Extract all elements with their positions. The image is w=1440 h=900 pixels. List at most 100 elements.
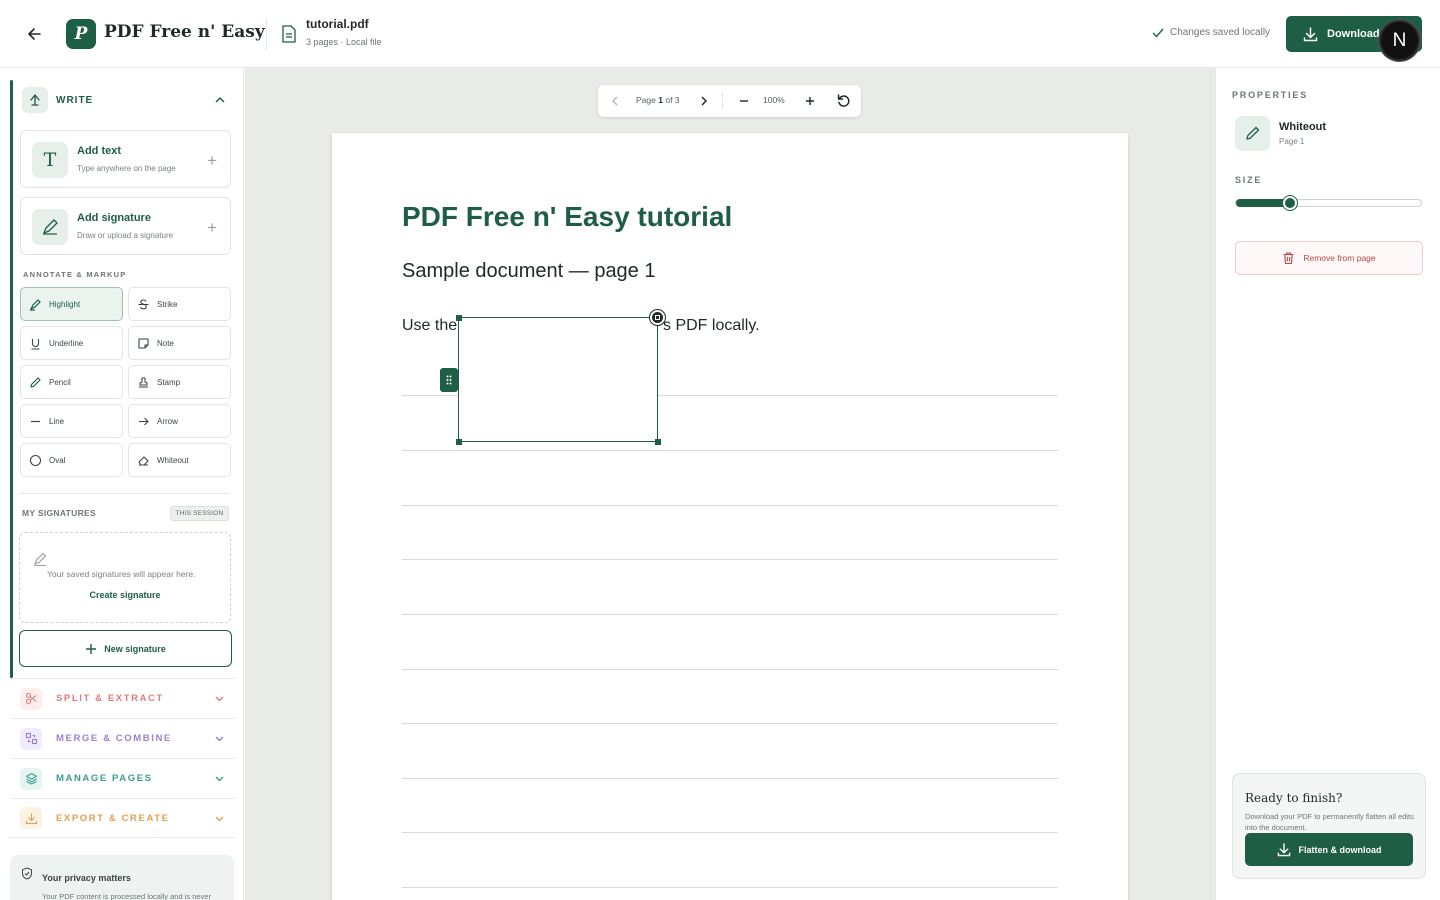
save-status-text: Changes saved locally (1170, 27, 1271, 38)
remove-from-page-button[interactable]: Remove from page (1235, 241, 1423, 275)
tool-strike-label: Strike (157, 299, 178, 309)
tool-oval[interactable]: Oval (20, 443, 123, 477)
pencil-icon (30, 376, 41, 388)
tool-stamp[interactable]: Stamp (128, 365, 231, 399)
tool-line-label: Line (49, 416, 65, 426)
header-divider (266, 18, 267, 50)
tool-line[interactable]: Line (20, 404, 123, 438)
doc-subtitle: Sample document — page 1 (402, 260, 656, 282)
resize-handle-top-left[interactable] (456, 315, 462, 321)
add-signature-card[interactable]: Add signature Draw or upload a signature… (20, 197, 231, 255)
privacy-title: Your privacy matters (42, 873, 131, 883)
page-rule (402, 559, 1058, 560)
rotate-icon[interactable] (836, 93, 852, 109)
new-signature-button[interactable]: New signature (19, 630, 232, 667)
page-rule (402, 778, 1058, 779)
check-icon (1152, 28, 1164, 38)
section-export-title: EXPORT & CREATE (56, 812, 170, 824)
page-indicator: Page 1 of 3 (636, 95, 680, 105)
merge-icon (20, 727, 42, 750)
text-icon: T (32, 142, 68, 178)
chevron-up-icon (215, 96, 225, 103)
chevron-left-icon[interactable] (608, 94, 622, 108)
section-split-extract[interactable]: SPLIT & EXTRACT (10, 678, 235, 718)
active-section-indicator (10, 80, 13, 678)
section-manage-pages[interactable]: MANAGE PAGES (10, 758, 235, 798)
add-text-subtitle: Type anywhere on the page (77, 164, 176, 173)
save-status: Changes saved locally (1152, 27, 1270, 38)
doc-title: PDF Free n' Easy tutorial (402, 201, 733, 232)
section-write-header[interactable]: WRITE (22, 86, 234, 114)
flatten-download-label: Flatten & download (1298, 844, 1382, 855)
tool-arrow-label: Arrow (157, 416, 178, 426)
stamp-icon (139, 376, 148, 388)
grip-icon (446, 375, 452, 385)
shield-icon (22, 867, 32, 880)
pen-tool-icon (22, 87, 48, 113)
tool-pencil[interactable]: Pencil (20, 365, 123, 399)
new-signature-label: New signature (104, 643, 166, 654)
tool-highlight-label: Highlight (49, 299, 81, 309)
chevron-down-icon (215, 736, 224, 742)
sidebar-content: WRITE T Add text Type anywhere on the pa… (0, 0, 244, 900)
signature-pen-icon (32, 209, 68, 245)
chevron-down-icon (215, 776, 224, 782)
page-rule (402, 505, 1058, 506)
plus-icon (86, 643, 97, 654)
pencil-icon (1235, 116, 1270, 151)
size-slider-fill (1236, 199, 1290, 207)
section-write-title: WRITE (56, 94, 94, 106)
page-rule (402, 450, 1058, 451)
tool-stamp-label: Stamp (157, 377, 181, 387)
tool-underline-label: Underline (49, 338, 84, 348)
selected-tool-name: Whiteout (1279, 121, 1327, 133)
tool-whiteout[interactable]: Whiteout (128, 443, 231, 477)
chevron-right-icon[interactable] (697, 94, 711, 108)
resize-handle-bottom-right[interactable] (655, 439, 661, 445)
doc-body-text-right: s PDF locally. (663, 317, 760, 334)
tool-arrow[interactable]: Arrow (128, 404, 231, 438)
zoom-level: 100% (763, 95, 785, 105)
tool-strike[interactable]: Strike (128, 287, 231, 321)
size-slider-thumb[interactable] (1282, 196, 1297, 210)
viewer-toolbar: Page 1 of 3 100% (598, 85, 861, 117)
download-label: Download (1327, 28, 1380, 40)
download-icon (1277, 842, 1290, 856)
resize-handle-bottom-left[interactable] (456, 439, 462, 445)
toolbar-divider (722, 93, 723, 109)
drag-handle[interactable] (440, 368, 458, 392)
zoom-in-icon[interactable] (803, 94, 817, 108)
page-rule (402, 723, 1058, 724)
scissors-icon (20, 687, 42, 710)
section-export-create[interactable]: EXPORT & CREATE (10, 798, 235, 838)
user-avatar[interactable]: N (1379, 20, 1420, 61)
section-merge-title: MERGE & COMBINE (56, 733, 172, 744)
sidebar-divider (20, 493, 230, 494)
plus-icon: + (207, 151, 217, 170)
zoom-out-icon[interactable] (737, 94, 751, 108)
rotate-handle[interactable] (650, 310, 665, 325)
tool-underline[interactable]: Underline (20, 326, 123, 360)
properties-panel: PROPERTIES Whiteout Page 1 SIZE Remove f… (1215, 68, 1440, 900)
page-suffix: of 3 (665, 95, 680, 105)
chevron-down-icon (215, 696, 224, 702)
annotate-group-label: ANNOTATE & MARKUP (23, 270, 127, 279)
finish-text: Download your PDF to permanently flatten… (1245, 812, 1414, 832)
tool-highlight[interactable]: Highlight (20, 287, 123, 321)
section-merge-combine[interactable]: MERGE & COMBINE (10, 718, 235, 758)
whiteout-annotation[interactable] (458, 317, 658, 442)
tool-oval-label: Oval (49, 455, 66, 465)
arrow-right-icon (139, 417, 149, 425)
add-text-card[interactable]: T Add text Type anywhere on the page + (20, 130, 231, 188)
eraser-icon (138, 455, 149, 466)
document-canvas[interactable]: Page 1 of 3 100% PDF Free n' Easy tutori… (245, 68, 1215, 900)
pdf-page[interactable]: PDF Free n' Easy tutorial Sample documen… (332, 133, 1128, 900)
size-slider[interactable] (1235, 196, 1422, 210)
page-rule (402, 887, 1058, 888)
tool-note[interactable]: Note (128, 326, 231, 360)
flatten-download-button[interactable]: Flatten & download (1245, 833, 1413, 866)
underline-icon (31, 338, 40, 350)
create-signature-link[interactable]: Create signature (20, 590, 230, 600)
signatures-empty-text: Your saved signatures will appear here. (47, 569, 196, 579)
add-text-title: Add text (77, 145, 121, 157)
